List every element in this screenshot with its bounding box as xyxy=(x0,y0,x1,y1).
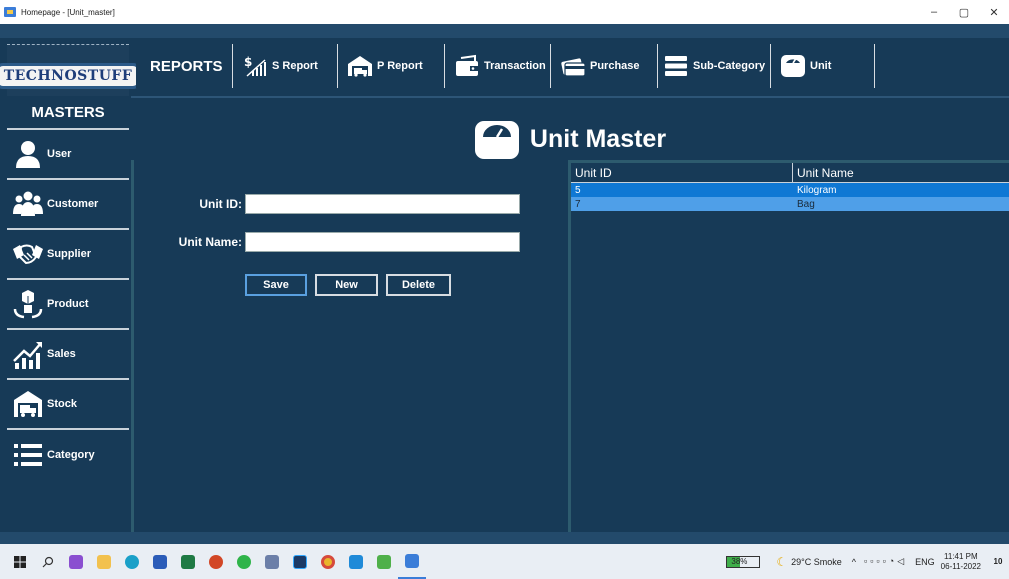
minimize-button[interactable]: – xyxy=(919,0,949,24)
units-grid: Unit ID Unit Name 5 Kilogram 7 Bag xyxy=(571,160,1009,532)
cell-unit-name[interactable]: Bag xyxy=(793,197,1009,211)
sidebar-item-customer[interactable]: Customer xyxy=(7,180,129,230)
scale-icon xyxy=(474,120,520,160)
visual-studio-icon[interactable] xyxy=(62,544,90,579)
app-icon[interactable] xyxy=(370,544,398,579)
purchase-button[interactable]: Purchase xyxy=(551,44,658,88)
photoshop-icon[interactable] xyxy=(286,544,314,579)
unit-id-label: Unit ID: xyxy=(199,197,242,211)
page-title: Unit Master xyxy=(529,125,667,153)
sidebar-item-sales[interactable]: Sales xyxy=(7,330,129,380)
grid-header: Unit ID Unit Name xyxy=(571,163,1009,183)
sub-category-button[interactable]: Sub-Category xyxy=(658,44,771,88)
unit-form: Unit ID: Unit Name: Save New Delete xyxy=(131,160,571,532)
list-icon xyxy=(662,53,690,79)
unit-name-label: Unit Name: xyxy=(178,235,242,249)
weather-text[interactable]: 29°C Smoke xyxy=(791,557,842,567)
unit-button[interactable]: Unit xyxy=(771,44,875,88)
sales-report-icon: $ xyxy=(241,53,269,79)
excel-icon[interactable] xyxy=(174,544,202,579)
cell-unit-id[interactable]: 5 xyxy=(571,183,793,197)
word-icon[interactable] xyxy=(146,544,174,579)
user-icon xyxy=(11,137,45,171)
sidebar-item-product[interactable]: Product xyxy=(7,280,129,330)
app-icon xyxy=(4,7,16,17)
masters-sidebar: MASTERS User Customer Supplier Product S… xyxy=(7,96,129,534)
card-icon xyxy=(559,53,587,79)
app-window: TECHNOSTUFF REPORTS $ S Report P Report … xyxy=(0,24,1009,544)
vscode-icon[interactable] xyxy=(342,544,370,579)
truck-warehouse-icon xyxy=(346,53,374,79)
language-indicator[interactable]: ENG xyxy=(915,557,935,567)
wallet-icon xyxy=(453,53,481,79)
logo: TECHNOSTUFF xyxy=(0,62,142,89)
windows-taskbar: 38% ☾ 29°C Smoke ^ ▫▫▫▫◔◁ ENG 11:41 PM 0… xyxy=(0,544,1009,579)
notification-icon[interactable]: 10 xyxy=(987,544,1009,579)
reports-toolbar: REPORTS $ S Report P Report Transaction … xyxy=(136,44,1009,88)
column-header-unit-name[interactable]: Unit Name xyxy=(793,163,1009,182)
app-icon[interactable] xyxy=(258,544,286,579)
customers-icon xyxy=(11,187,45,221)
new-button[interactable]: New xyxy=(315,274,378,296)
powerpoint-icon[interactable] xyxy=(202,544,230,579)
stock-icon xyxy=(11,387,45,421)
delete-button[interactable]: Delete xyxy=(386,274,451,296)
edge-icon[interactable] xyxy=(118,544,146,579)
battery-indicator[interactable]: 38% xyxy=(726,555,761,568)
sidebar-item-category[interactable]: Category xyxy=(7,430,129,480)
start-icon[interactable] xyxy=(6,544,34,579)
svg-text:$: $ xyxy=(244,55,252,69)
sidebar-item-supplier[interactable]: Supplier xyxy=(7,230,129,280)
cell-unit-name[interactable]: Kilogram xyxy=(793,183,1009,197)
unit-name-input[interactable] xyxy=(245,232,520,252)
tray-icons[interactable]: ▫▫▫▫◔◁ xyxy=(864,556,907,567)
reports-title: REPORTS xyxy=(136,44,233,88)
clock[interactable]: 11:41 PM 06-11-2022 xyxy=(941,552,981,572)
sidebar-title: MASTERS xyxy=(7,96,129,130)
transaction-button[interactable]: Transaction xyxy=(445,44,551,88)
chrome-icon[interactable] xyxy=(314,544,342,579)
sidebar-item-user[interactable]: User xyxy=(7,130,129,180)
sidebar-item-stock[interactable]: Stock xyxy=(7,380,129,430)
weather-icon: ☾ xyxy=(776,554,788,569)
system-tray: 38% ☾ 29°C Smoke ^ ▫▫▫▫◔◁ ENG 11:41 PM 0… xyxy=(726,544,1009,579)
whatsapp-icon[interactable] xyxy=(230,544,258,579)
close-button[interactable]: ✕ xyxy=(979,0,1009,24)
table-row[interactable]: 7 Bag xyxy=(571,197,1009,211)
save-button[interactable]: Save xyxy=(245,274,307,296)
column-header-unit-id[interactable]: Unit ID xyxy=(571,163,793,182)
file-explorer-icon[interactable] xyxy=(90,544,118,579)
maximize-button[interactable]: ▢ xyxy=(949,0,979,24)
product-icon xyxy=(11,287,45,321)
table-row[interactable]: 5 Kilogram xyxy=(571,183,1009,197)
homepage-app-icon[interactable] xyxy=(398,544,426,579)
unit-id-input[interactable] xyxy=(245,194,520,214)
scale-icon xyxy=(779,53,807,79)
window-title: Homepage - [Unit_master] xyxy=(21,7,115,17)
sales-icon xyxy=(11,337,45,371)
cell-unit-id[interactable]: 7 xyxy=(571,197,793,211)
search-icon[interactable] xyxy=(34,544,62,579)
s-report-button[interactable]: $ S Report xyxy=(233,44,338,88)
category-icon xyxy=(11,438,45,472)
tray-chevron-icon[interactable]: ^ xyxy=(852,557,856,567)
p-report-button[interactable]: P Report xyxy=(338,44,445,88)
window-titlebar: Homepage - [Unit_master] – ▢ ✕ xyxy=(0,0,1009,24)
handshake-icon xyxy=(11,237,45,271)
